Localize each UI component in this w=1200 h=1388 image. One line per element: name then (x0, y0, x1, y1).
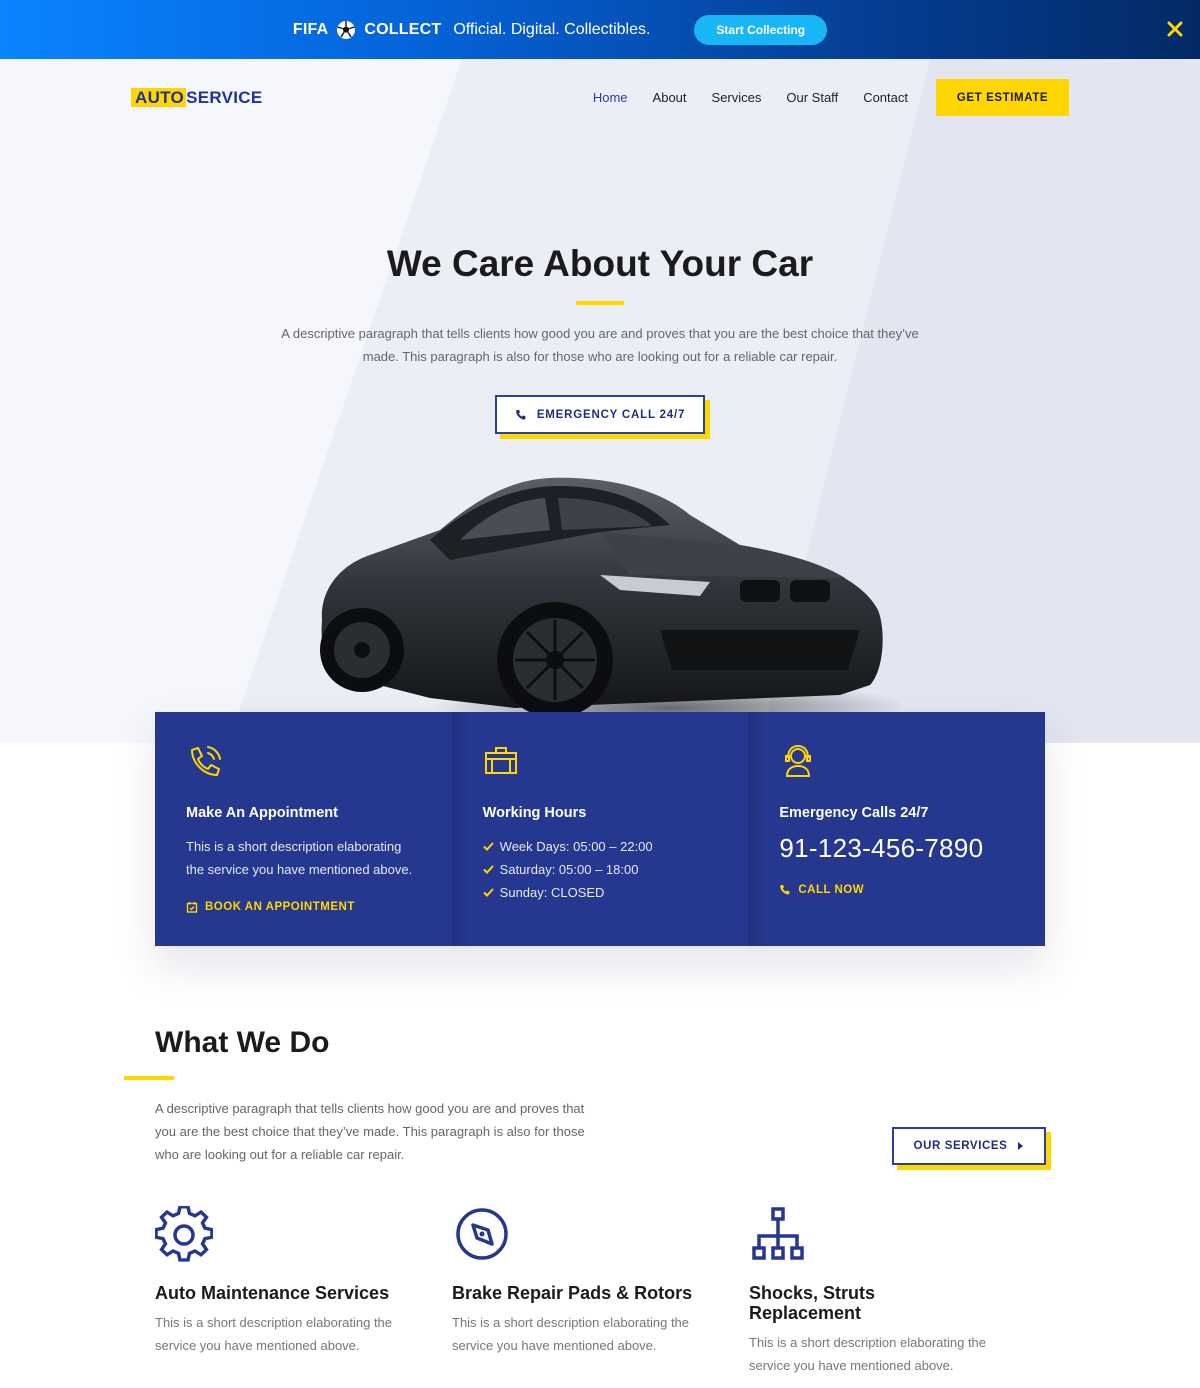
promo-tagline: Official. Digital. Collectibles. (453, 20, 651, 38)
call-now-link[interactable]: CALL NOW (779, 884, 1015, 896)
call-now-label: CALL NOW (798, 884, 865, 896)
nav-about[interactable]: About (653, 90, 687, 105)
check-icon (482, 865, 494, 874)
promo-brand-right: COLLECT (364, 20, 442, 38)
get-estimate-button[interactable]: GET ESTIMATE (936, 79, 1069, 116)
phone-icon (516, 409, 526, 420)
list-item: Saturday: 05:00 – 18:00 (482, 858, 719, 881)
service-text: This is a short description elaborating … (452, 1315, 690, 1353)
appointment-card: Make An Appointment This is a short desc… (155, 712, 452, 946)
what-we-do-description: A descriptive paragraph that tells clien… (155, 1101, 585, 1162)
site-logo[interactable]: AUTO SERVICE (131, 88, 263, 108)
what-we-do-title: What We Do (155, 1026, 330, 1059)
service-title: Brake Repair Pads & Rotors (452, 1283, 693, 1303)
service-title: Auto Maintenance Services (155, 1283, 390, 1303)
hero-description: A descriptive paragraph that tells clien… (281, 326, 919, 364)
emergency-calls-title: Emergency Calls 24/7 (779, 805, 929, 821)
emergency-calls-card: Emergency Calls 24/7 91-123-456-7890 CAL… (748, 712, 1045, 946)
close-icon[interactable] (1164, 18, 1186, 40)
headset-icon (785, 744, 812, 777)
check-icon (482, 842, 494, 851)
calendar-check-icon (186, 902, 198, 913)
service-title: Shocks, Struts Replacement (749, 1283, 876, 1323)
book-appointment-link[interactable]: BOOK AN APPOINTMENT (186, 901, 422, 913)
our-services-label: OUR SERVICES (913, 1140, 1008, 1152)
start-collecting-button[interactable]: Start Collecting (694, 14, 828, 45)
what-we-do-underline (124, 1076, 174, 1080)
service-text: This is a short description elaborating … (749, 1335, 987, 1373)
our-services-button[interactable]: OUR SERVICES (892, 1127, 1046, 1165)
phone-ringing-icon (191, 746, 221, 776)
book-appointment-label: BOOK AN APPOINTMENT (205, 901, 355, 913)
appointment-text: This is a short description elaborating … (186, 839, 413, 877)
info-panel: Make An Appointment This is a short desc… (155, 712, 1045, 946)
promo-brand-left: FIFA (292, 20, 329, 38)
service-text: This is a short description elaborating … (155, 1315, 393, 1353)
nav-our-staff[interactable]: Our Staff (786, 90, 838, 105)
nav-home[interactable]: Home (593, 90, 628, 105)
list-item: Sunday: CLOSED (482, 881, 719, 904)
hero-title-underline (576, 301, 624, 305)
check-icon (482, 888, 494, 897)
main-nav: Home About Services Our Staff Contact (593, 90, 908, 105)
compass-icon (456, 1208, 508, 1260)
phone-icon (780, 885, 790, 895)
phone-number[interactable]: 91-123-456-7890 (779, 833, 1015, 864)
caret-right-icon (1018, 1142, 1024, 1150)
emergency-call-label: EMERGENCY CALL 24/7 (536, 408, 686, 421)
hero-title: We Care About Your Car (386, 243, 814, 284)
briefcase-icon (484, 747, 517, 774)
service-item-shocks[interactable]: Shocks, Struts Replacement This is a sho… (749, 1206, 1009, 1377)
service-item-brake-repair[interactable]: Brake Repair Pads & Rotors This is a sho… (452, 1206, 712, 1357)
list-item: Week Days: 05:00 – 22:00 (482, 835, 719, 858)
emergency-call-button[interactable]: EMERGENCY CALL 24/7 (495, 395, 705, 434)
gear-icon (154, 1205, 214, 1262)
hours-list: Week Days: 05:00 – 22:00 Saturday: 05:00… (482, 835, 719, 904)
appointment-title: Make An Appointment (186, 805, 338, 821)
hierarchy-icon (752, 1207, 804, 1260)
car-image (320, 477, 900, 736)
service-item-maintenance[interactable]: Auto Maintenance Services This is a shor… (154, 1205, 415, 1357)
nav-contact[interactable]: Contact (863, 90, 908, 105)
working-hours-title: Working Hours (482, 805, 587, 821)
promo-banner: FIFA COLLECT Official. Digital. Collecti… (0, 0, 1200, 59)
soccer-ball-icon (337, 20, 356, 39)
nav-services[interactable]: Services (712, 90, 762, 105)
working-hours-card: Working Hours Week Days: 05:00 – 22:00 S… (451, 712, 749, 946)
